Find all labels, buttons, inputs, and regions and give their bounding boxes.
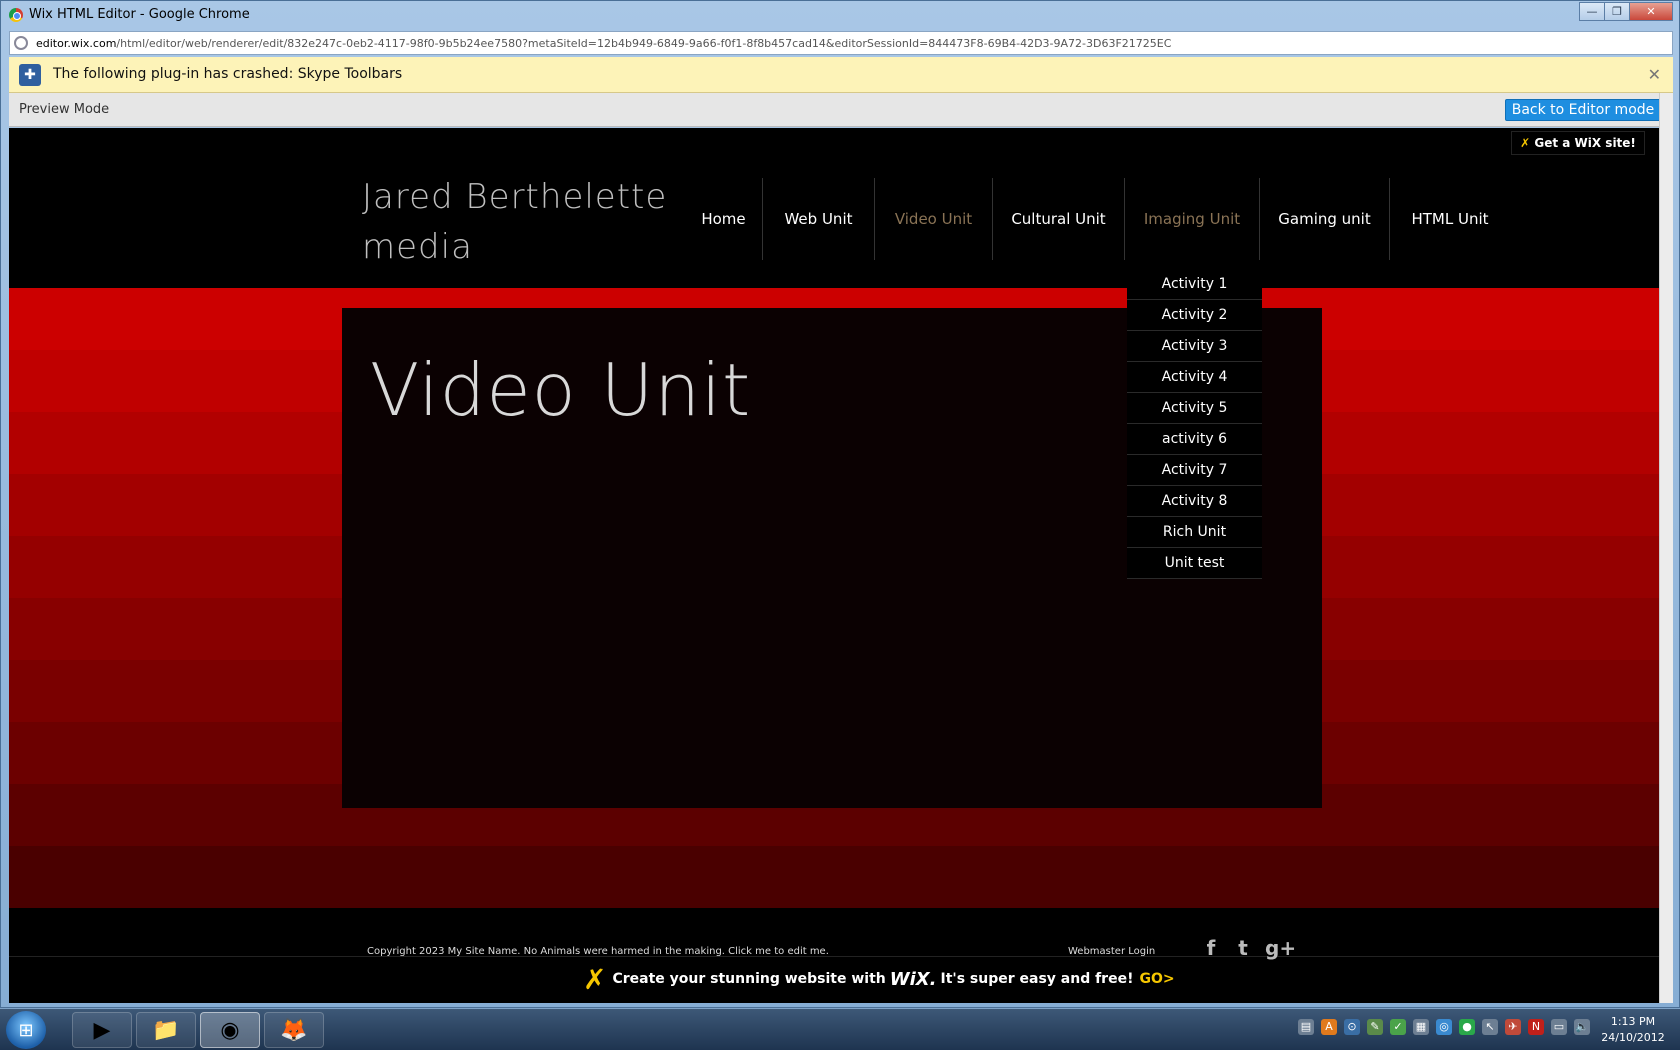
nav-home[interactable]: Home bbox=[685, 178, 763, 260]
tray-icon[interactable]: ⊙ bbox=[1344, 1019, 1360, 1035]
close-button[interactable]: ✕ bbox=[1629, 2, 1673, 21]
dropdown-item-activity-1[interactable]: Activity 1 bbox=[1127, 269, 1262, 300]
taskbar-clock[interactable]: 1:13 PM 24/10/2012 bbox=[1598, 1014, 1668, 1046]
page-info-icon[interactable] bbox=[14, 36, 28, 50]
webmaster-login-link[interactable]: Webmaster Login bbox=[1068, 946, 1155, 957]
wix-mark-icon: ✗ bbox=[1520, 136, 1531, 150]
dropdown-item-unit-test[interactable]: Unit test bbox=[1127, 548, 1262, 579]
tray-icon[interactable]: ✈ bbox=[1505, 1019, 1521, 1035]
nav-web-unit[interactable]: Web Unit bbox=[763, 178, 875, 260]
nav-imaging-unit[interactable]: Imaging Unit bbox=[1125, 178, 1260, 260]
page-title: Video Unit bbox=[370, 348, 752, 432]
promo-go-link[interactable]: GO> bbox=[1139, 971, 1174, 987]
page-scrollbar[interactable] bbox=[1659, 93, 1673, 1003]
address-url[interactable]: editor.wix.com/html/editor/web/renderer/… bbox=[36, 37, 1171, 50]
window-controls: — ❐ ✕ bbox=[1579, 2, 1673, 21]
firefox-icon[interactable]: 🦊 bbox=[264, 1012, 324, 1048]
promo-text-2: It's super easy and free! bbox=[940, 971, 1134, 987]
address-host: editor.wix.com bbox=[36, 37, 117, 50]
tray-icon[interactable]: ◎ bbox=[1436, 1019, 1452, 1035]
address-bar[interactable]: editor.wix.com/html/editor/web/renderer/… bbox=[9, 31, 1673, 55]
back-to-editor-button[interactable]: Back to Editor mode bbox=[1505, 99, 1661, 121]
logo-line-1: Jared Berthelette bbox=[362, 177, 668, 217]
tray-icon[interactable]: 🔈 bbox=[1574, 1019, 1590, 1035]
tray-icon[interactable]: ▦ bbox=[1413, 1019, 1429, 1035]
site-nav: Home Web Unit Video Unit Cultural Unit I… bbox=[685, 178, 1510, 260]
windows-taskbar: ⊞ ▶ 📁 ◉ 🦊 ▤ A ⊙ ✎ ✓ ▦ ◎ ● ↖ ✈ N ▭ 🔈 1:13 PM 24/10/20… bbox=[0, 1008, 1680, 1050]
infobar-close-icon[interactable]: ✕ bbox=[1648, 65, 1661, 84]
window-title: Wix HTML Editor - Google Chrome bbox=[29, 7, 250, 22]
twitter-icon[interactable]: t bbox=[1233, 936, 1253, 960]
site-logo-title[interactable]: Jared Berthelette media bbox=[362, 172, 682, 272]
maximize-button[interactable]: ❐ bbox=[1604, 2, 1630, 21]
tray-icon[interactable]: ✓ bbox=[1390, 1019, 1406, 1035]
dropdown-item-activity-6[interactable]: activity 6 bbox=[1127, 424, 1262, 455]
minimize-button[interactable]: — bbox=[1579, 2, 1605, 21]
tray-icon[interactable]: N bbox=[1528, 1019, 1544, 1035]
nav-html-unit[interactable]: HTML Unit bbox=[1390, 178, 1510, 260]
clock-date: 24/10/2012 bbox=[1601, 1031, 1665, 1044]
logo-line-2: media bbox=[362, 227, 473, 267]
facebook-icon[interactable]: f bbox=[1201, 936, 1221, 960]
nav-gaming-unit[interactable]: Gaming unit bbox=[1260, 178, 1390, 260]
chrome-icon[interactable]: ◉ bbox=[200, 1012, 260, 1048]
wix-promo-banner[interactable]: ✗ Create your stunning website with WiX.… bbox=[583, 962, 1175, 996]
tray-icon[interactable]: ● bbox=[1459, 1019, 1475, 1035]
get-wix-site-badge[interactable]: ✗ Get a WiX site! bbox=[1511, 131, 1645, 155]
system-tray: ▤ A ⊙ ✎ ✓ ▦ ◎ ● ↖ ✈ N ▭ 🔈 bbox=[1298, 1019, 1590, 1035]
address-path: /html/editor/web/renderer/edit/832e247c-… bbox=[116, 37, 1172, 50]
dropdown-item-activity-4[interactable]: Activity 4 bbox=[1127, 362, 1262, 393]
media-player-icon[interactable]: ▶ bbox=[72, 1012, 132, 1048]
title-bar: Wix HTML Editor - Google Chrome — ❐ ✕ bbox=[1, 1, 1680, 29]
preview-bar: Preview Mode Back to Editor mode bbox=[9, 93, 1673, 127]
color-band bbox=[9, 846, 1659, 908]
tray-icon[interactable]: ✎ bbox=[1367, 1019, 1383, 1035]
start-button[interactable]: ⊞ bbox=[6, 1011, 46, 1049]
tray-icon[interactable]: A bbox=[1321, 1019, 1337, 1035]
preview-mode-label: Preview Mode bbox=[19, 102, 110, 117]
tray-icon[interactable]: ▭ bbox=[1551, 1019, 1567, 1035]
explorer-icon[interactable]: 📁 bbox=[136, 1012, 196, 1048]
nav-cultural-unit[interactable]: Cultural Unit bbox=[993, 178, 1125, 260]
promo-text-1: Create your stunning website with bbox=[612, 971, 886, 987]
puzzle-piece-icon: ✚ bbox=[19, 64, 41, 86]
tray-icon[interactable]: ▤ bbox=[1298, 1019, 1314, 1035]
dropdown-item-activity-8[interactable]: Activity 8 bbox=[1127, 486, 1262, 517]
google-plus-icon[interactable]: g+ bbox=[1265, 936, 1296, 960]
clock-time: 1:13 PM bbox=[1610, 1015, 1656, 1028]
browser-window: Wix HTML Editor - Google Chrome — ❐ ✕ ed… bbox=[0, 0, 1680, 1008]
wix-logo-icon: ✗ bbox=[583, 962, 607, 996]
dropdown-item-rich-unit[interactable]: Rich Unit bbox=[1127, 517, 1262, 548]
dropdown-item-activity-3[interactable]: Activity 3 bbox=[1127, 331, 1262, 362]
nav-video-unit[interactable]: Video Unit bbox=[875, 178, 993, 260]
chrome-logo-icon bbox=[9, 8, 23, 22]
plugin-crash-infobar: ✚ The following plug-in has crashed: Sky… bbox=[9, 57, 1673, 93]
infobar-message: The following plug-in has crashed: Skype… bbox=[53, 66, 403, 82]
site-preview: ✗ Get a WiX site! Jared Berthelette medi… bbox=[9, 128, 1659, 1003]
footer-copyright[interactable]: Copyright 2023 My Site Name. No Animals … bbox=[367, 946, 829, 957]
social-links: f t g+ bbox=[1201, 936, 1296, 960]
promo-brand: WiX. bbox=[889, 968, 937, 990]
badge-label: Get a WiX site! bbox=[1534, 136, 1636, 150]
dropdown-item-activity-5[interactable]: Activity 5 bbox=[1127, 393, 1262, 424]
dropdown-item-activity-7[interactable]: Activity 7 bbox=[1127, 455, 1262, 486]
imaging-unit-dropdown: Activity 1 Activity 2 Activity 3 Activit… bbox=[1127, 269, 1262, 579]
tray-icon[interactable]: ↖ bbox=[1482, 1019, 1498, 1035]
dropdown-item-activity-2[interactable]: Activity 2 bbox=[1127, 300, 1262, 331]
footer-divider bbox=[9, 956, 1659, 957]
